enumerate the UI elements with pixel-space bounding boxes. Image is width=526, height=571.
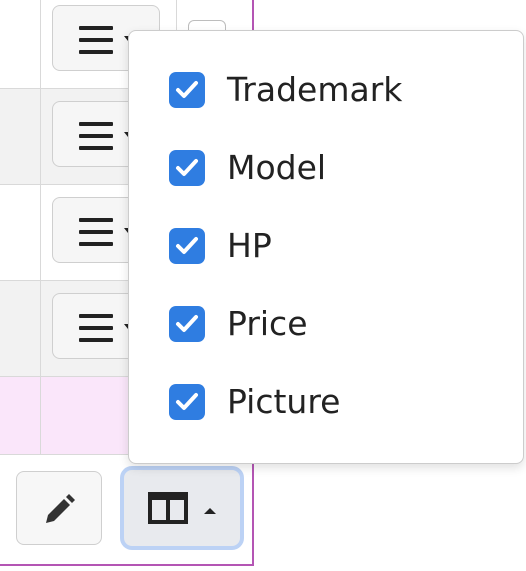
hamburger-icon	[79, 122, 113, 150]
column-divider	[40, 0, 41, 454]
column-chooser-button[interactable]	[120, 466, 244, 550]
column-option-label: Model	[227, 148, 327, 187]
column-option-picture[interactable]: Picture	[169, 382, 499, 422]
hamburger-icon	[79, 26, 113, 54]
column-option-label: Picture	[227, 382, 341, 421]
columns-icon	[148, 492, 188, 524]
checkbox[interactable]	[169, 384, 205, 420]
column-option-model[interactable]: Model	[169, 148, 499, 188]
checkbox[interactable]	[169, 306, 205, 342]
checkmark-icon	[176, 159, 198, 176]
checkmark-icon	[176, 81, 198, 98]
checkmark-icon	[176, 393, 198, 410]
checkbox[interactable]	[169, 72, 205, 108]
edit-button[interactable]	[16, 471, 102, 545]
checkbox[interactable]	[169, 228, 205, 264]
hamburger-icon	[79, 314, 113, 342]
column-option-price[interactable]: Price	[169, 304, 499, 344]
panel-border	[0, 564, 254, 566]
hamburger-icon	[79, 218, 113, 246]
column-option-label: Price	[227, 304, 308, 343]
checkbox[interactable]	[169, 150, 205, 186]
column-option-label: Trademark	[227, 70, 403, 109]
chevron-up-icon	[204, 508, 216, 514]
column-visibility-dropdown: Trademark Model HP Price Picture	[128, 30, 524, 464]
pencil-icon	[46, 494, 75, 523]
column-option-hp[interactable]: HP	[169, 226, 499, 266]
column-option-label: HP	[227, 226, 272, 265]
checkmark-icon	[176, 315, 198, 332]
checkmark-icon	[176, 237, 198, 254]
column-option-trademark[interactable]: Trademark	[169, 70, 499, 110]
